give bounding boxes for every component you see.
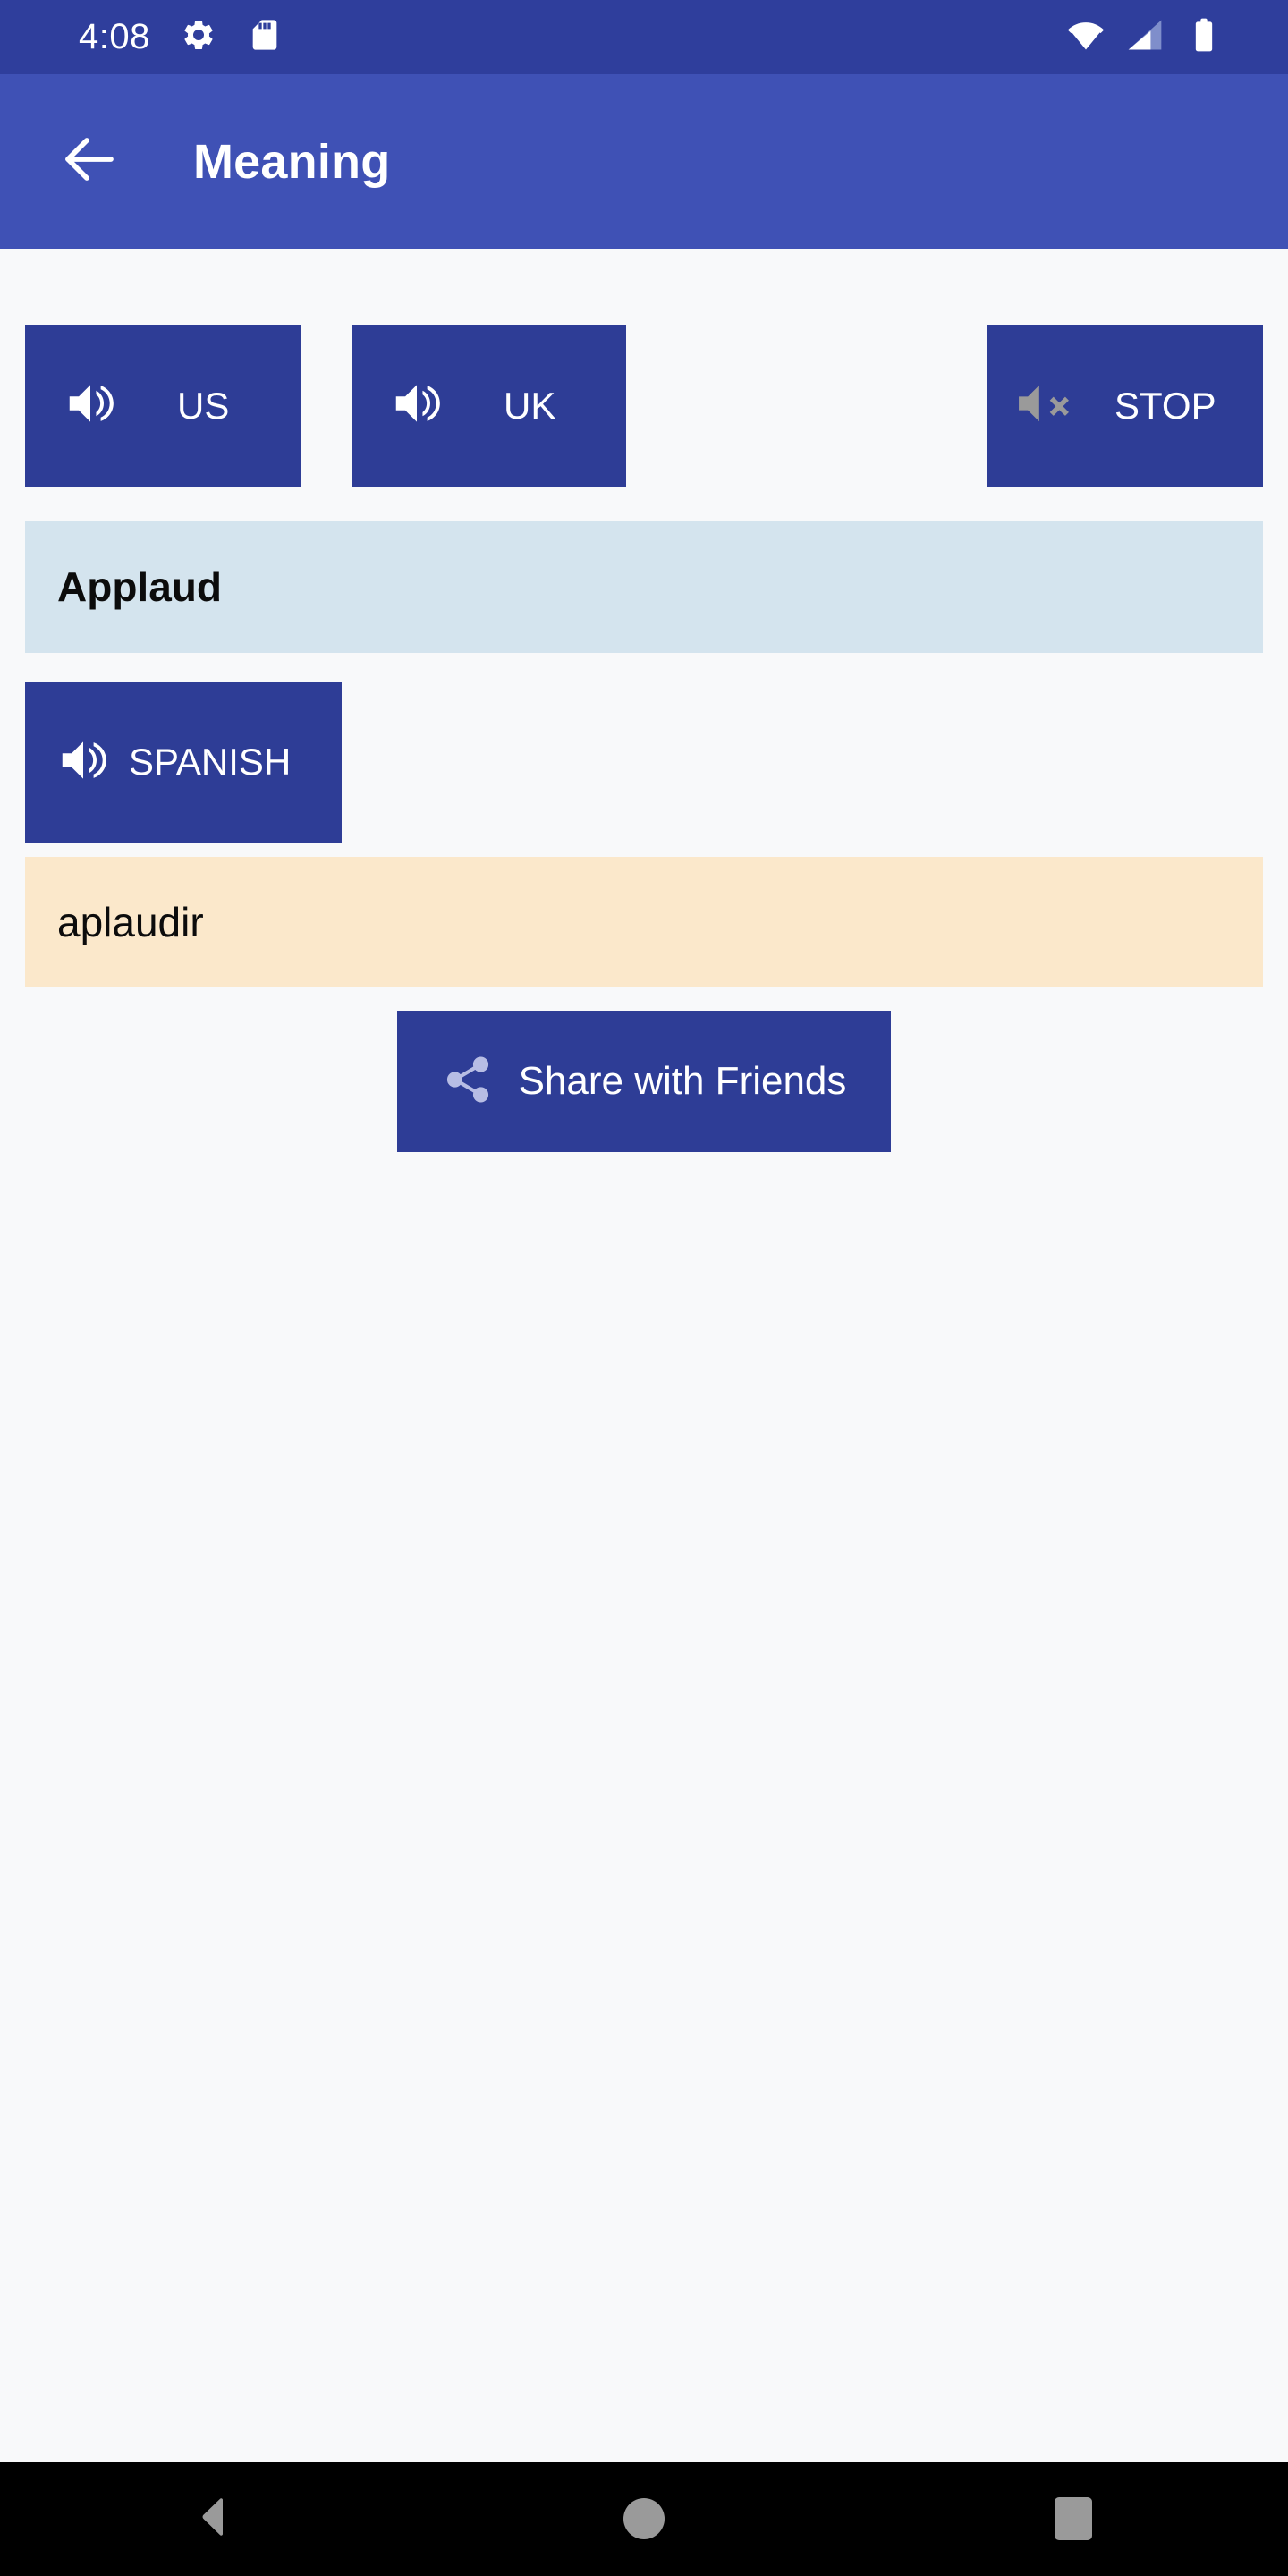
square-recents-icon [1055,2497,1092,2540]
page-title: Meaning [193,134,391,189]
nav-home-button[interactable] [572,2462,716,2576]
sd-card-icon [247,17,283,57]
pronounce-spanish-button[interactable]: SPANISH [25,682,342,843]
word-text: Applaud [57,564,222,610]
status-bar: 4:08 [0,0,1288,74]
status-bar-left-group: 4:08 [0,17,283,57]
pronounce-uk-label: UK [504,384,556,427]
status-bar-right-group [1066,15,1288,59]
cellular-signal-icon [1125,15,1165,59]
volume-mute-icon [1014,376,1091,436]
status-bar-clock: 4:08 [79,17,150,56]
share-button-label: Share with Friends [518,1059,847,1103]
wifi-icon [1066,15,1106,59]
share-icon [442,1054,494,1110]
android-navigation-bar [0,2462,1288,2576]
volume-up-icon [63,376,118,436]
pronounce-us-label: US [177,384,230,427]
pronounce-spanish-label: SPANISH [129,741,292,783]
word-card: Applaud [25,521,1263,653]
triangle-back-icon [191,2493,239,2546]
nav-recents-button[interactable] [1002,2462,1145,2576]
stop-button-label: STOP [1114,384,1216,427]
battery-icon [1184,15,1224,59]
volume-up-icon [389,376,445,436]
translation-card: aplaudir [25,857,1263,987]
stop-button[interactable]: STOP [987,325,1263,487]
app-bar: Meaning [0,74,1288,249]
back-arrow-icon [57,127,122,196]
nav-back-button[interactable] [143,2462,286,2576]
translation-text: aplaudir [57,899,204,945]
share-with-friends-button[interactable]: Share with Friends [397,1011,891,1152]
content-area: US UK STOP Applaud SPANISH aplaudir Shar… [0,249,1288,2462]
volume-up-icon [55,733,111,792]
pronounce-us-button[interactable]: US [25,325,301,487]
pronounce-uk-button[interactable]: UK [352,325,626,487]
gear-icon [181,17,216,57]
back-button[interactable] [47,119,132,205]
circle-home-icon [623,2498,665,2539]
